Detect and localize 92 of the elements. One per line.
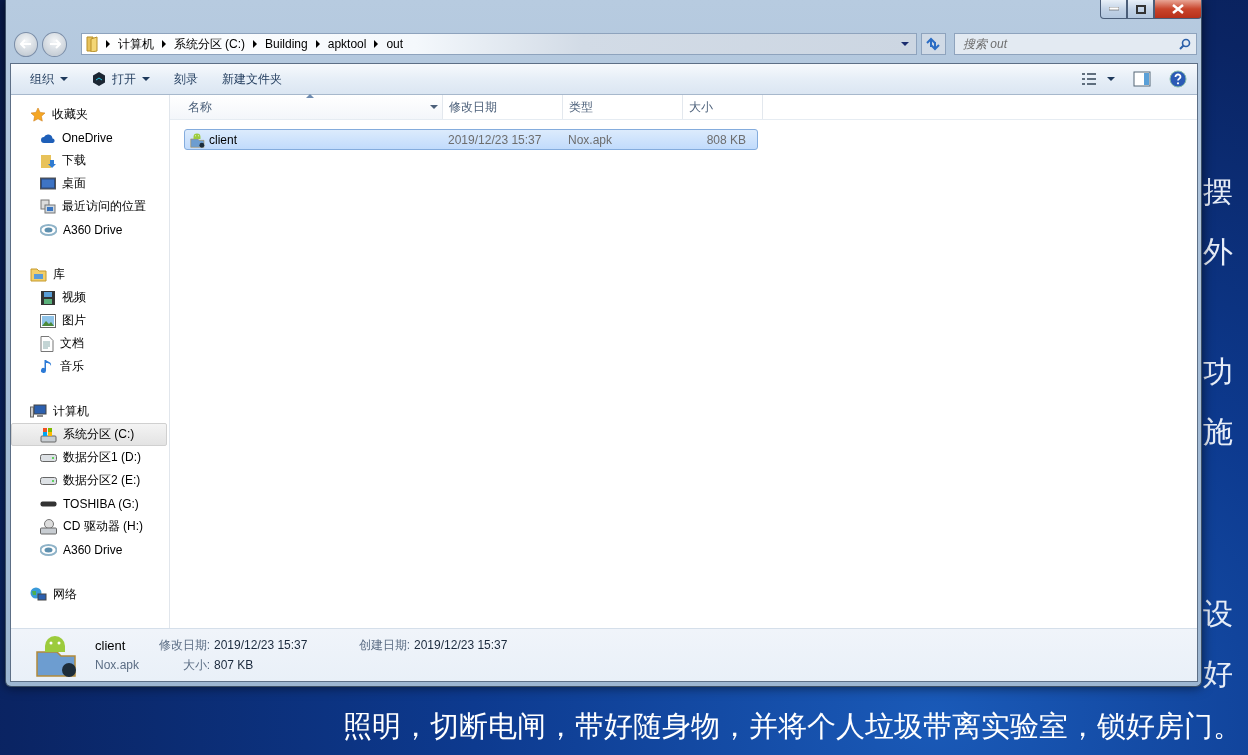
back-button[interactable] (14, 31, 39, 57)
desktop-text: 施 (1203, 414, 1233, 450)
search-icon (1179, 38, 1191, 50)
folder-icon (85, 36, 98, 52)
apk-file-icon (189, 131, 205, 148)
close-icon (1172, 4, 1184, 14)
hard-drive-icon (40, 453, 57, 462)
film-icon (40, 289, 56, 306)
computer-icon (30, 404, 47, 419)
nav-item[interactable]: 数据分区2 (E:) (11, 469, 167, 492)
nav-group[interactable]: 库 (11, 263, 167, 286)
nav-group[interactable]: 网络 (11, 583, 167, 606)
recent-places-icon (40, 198, 56, 215)
desktop-icon (40, 176, 56, 191)
detail-value: 807 KB (214, 658, 255, 672)
details-view-icon (1081, 72, 1097, 86)
back-arrow-icon (20, 39, 33, 49)
column-header[interactable]: 名称 (170, 95, 443, 119)
detail-value: 2019/12/23 15:37 (214, 638, 309, 652)
refresh-button[interactable] (920, 33, 946, 55)
forward-arrow-icon (48, 39, 61, 49)
nav-item[interactable]: 系统分区 (C:) (11, 423, 167, 446)
chevron-icon (253, 40, 257, 48)
picture-icon (40, 313, 56, 328)
nav-item[interactable]: 音乐 (11, 355, 167, 378)
nav-group[interactable]: 计算机 (11, 400, 167, 423)
detail-value: 2019/12/23 15:37 (414, 638, 509, 652)
desktop-text: 好 (1203, 656, 1233, 692)
nav-item[interactable]: TOSHIBA (G:) (11, 492, 167, 515)
open-button[interactable]: 打开 (81, 67, 161, 91)
desktop-caption: 照明，切断电闸，带好随身物，并将个人垃圾带离实验室，锁好房门。 (343, 709, 1242, 744)
detail-label: 创建日期: (357, 636, 410, 654)
toolbar-button[interactable]: 刻录 (163, 67, 209, 91)
toolbar-menu-button[interactable]: 组织 (19, 67, 79, 91)
swirl-drive-icon (40, 543, 57, 556)
close-button[interactable] (1154, 0, 1202, 19)
detail-label: 大小: (181, 656, 210, 674)
desktop-text: 设 (1203, 596, 1233, 632)
search-field[interactable]: 搜索 out (954, 33, 1197, 55)
removable-drive-icon (40, 500, 57, 507)
swirl-drive-icon (40, 223, 57, 236)
preview-pane-icon (1133, 71, 1151, 87)
star-icon (30, 106, 46, 123)
breadcrumb[interactable]: 系统分区 (C:) (173, 35, 245, 53)
nav-item[interactable]: OneDrive (11, 126, 167, 149)
hard-drive-icon (40, 476, 57, 485)
breadcrumb[interactable]: out (386, 37, 404, 51)
nav-item[interactable]: A360 Drive (11, 218, 167, 241)
refresh-icon (925, 37, 942, 51)
maximize-button[interactable] (1127, 0, 1154, 19)
view-options-button[interactable] (1079, 70, 1117, 88)
detail-label: 修改日期: (157, 636, 210, 654)
system-drive-icon (40, 426, 57, 443)
desktop-text: 功 (1203, 354, 1233, 390)
nav-item[interactable]: A360 Drive (11, 538, 167, 561)
nav-group[interactable]: 收藏夹 (11, 103, 167, 126)
file-name: client (95, 637, 127, 653)
toolbar-button[interactable]: 新建文件夹 (211, 67, 293, 91)
nav-item[interactable]: 最近访问的位置 (11, 195, 167, 218)
breadcrumb[interactable]: apktool (327, 37, 367, 51)
folder-download-icon (40, 152, 56, 169)
help-button[interactable] (1167, 68, 1189, 90)
app-icon (92, 72, 106, 86)
desktop-text: 摆 (1203, 174, 1233, 210)
nav-item[interactable]: 桌面 (11, 172, 167, 195)
desktop-text: 外 (1203, 234, 1233, 270)
minimize-button[interactable] (1100, 0, 1127, 19)
nav-item[interactable]: 视频 (11, 286, 167, 309)
cd-drive-icon (40, 518, 57, 535)
chevron-icon (161, 40, 166, 48)
breadcrumb[interactable]: Building (265, 37, 308, 51)
forward-button[interactable] (42, 31, 67, 57)
nav-item[interactable]: CD 驱动器 (H:) (11, 515, 167, 538)
minimize-icon (1108, 7, 1119, 11)
document-icon (40, 335, 54, 352)
music-note-icon (40, 358, 54, 375)
help-icon (1169, 70, 1187, 88)
chevron-icon (315, 40, 320, 48)
library-icon (30, 267, 47, 282)
chevron-icon (105, 40, 110, 48)
network-icon (30, 586, 47, 603)
nav-item[interactable]: 数据分区1 (D:) (11, 446, 167, 469)
file-row[interactable]: client 2019/12/23 15:37 Nox.apk 808 KB (184, 129, 758, 150)
address-bar[interactable]: 计算机 系统分区 (C:) Building apktool out (80, 33, 917, 55)
preview-pane-button[interactable] (1131, 69, 1153, 89)
file-type: Nox.apk (95, 658, 141, 672)
nav-item[interactable]: 下载 (11, 149, 167, 172)
breadcrumb[interactable]: 计算机 (117, 35, 154, 53)
maximize-icon (1135, 4, 1146, 14)
nav-item[interactable]: 文档 (11, 332, 167, 355)
nav-item[interactable]: 图片 (11, 309, 167, 332)
chevron-icon (374, 40, 379, 48)
